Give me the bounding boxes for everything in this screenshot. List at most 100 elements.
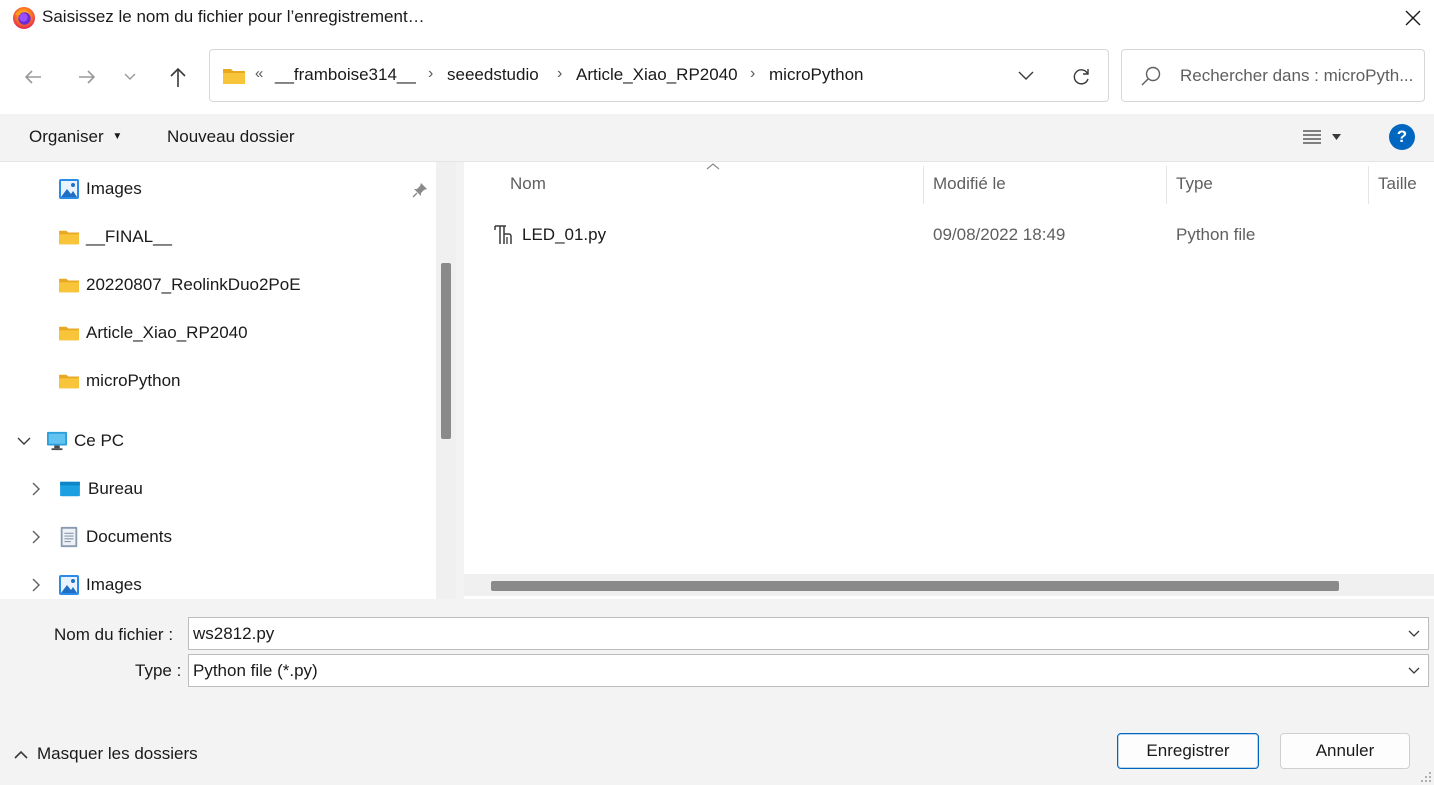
nav-item-final[interactable]: __FINAL__: [58, 217, 434, 257]
column-header-modified[interactable]: Modifié le: [933, 174, 1006, 194]
column-divider[interactable]: [923, 166, 924, 204]
caret-down-icon: ▼: [112, 131, 123, 142]
close-button[interactable]: [1396, 2, 1430, 34]
search-box[interactable]: [1121, 49, 1425, 102]
back-button[interactable]: [16, 60, 50, 94]
caret-down-icon: [1332, 134, 1341, 140]
folder-icon: [59, 230, 79, 245]
firefox-icon: [13, 7, 35, 29]
column-header-type[interactable]: Type: [1176, 174, 1213, 194]
type-label: Type :: [135, 661, 182, 680]
navigation-pane[interactable]: Images __FINAL__ 20220807_ReolinkDuo2PoE…: [0, 162, 434, 599]
pictures-icon: [59, 179, 79, 199]
chevron-right-icon[interactable]: [28, 577, 44, 593]
nav-item-images-pinned[interactable]: Images: [58, 169, 434, 209]
hide-folders-label: Masquer les dossiers: [37, 744, 198, 763]
breadcrumb-overflow[interactable]: «: [255, 65, 263, 82]
forward-button[interactable]: [70, 60, 104, 94]
type-select[interactable]: Python file (*.py): [188, 654, 1429, 687]
desktop-icon: [60, 481, 80, 497]
nav-item-images[interactable]: Images: [28, 565, 434, 599]
nav-item-label: microPython: [86, 371, 181, 390]
arrow-right-icon: [79, 70, 96, 84]
search-input[interactable]: [1180, 60, 1420, 92]
arrow-up-icon: [170, 67, 186, 87]
pictures-icon: [59, 575, 79, 595]
column-header-name[interactable]: Nom: [510, 174, 546, 194]
file-modified: 09/08/2022 18:49: [933, 225, 1066, 244]
type-select-value: Python file (*.py): [193, 661, 318, 680]
breadcrumb-separator-icon[interactable]: ›: [428, 65, 433, 83]
nav-item-label: Article_Xiao_RP2040: [86, 323, 248, 342]
breadcrumb-separator-icon[interactable]: ›: [750, 65, 755, 83]
nav-item-ce-pc[interactable]: Ce PC: [16, 421, 434, 461]
file-type: Python file: [1176, 225, 1256, 244]
chevron-down-icon[interactable]: [1406, 663, 1422, 679]
nav-scrollbar-thumb[interactable]: [441, 263, 451, 439]
file-row[interactable]: LED_01.py 09/08/2022 18:49 Python file: [476, 214, 1426, 254]
nav-item-label: Documents: [86, 527, 172, 546]
close-icon: [1405, 10, 1421, 26]
python-file-icon: [494, 225, 512, 244]
list-view-icon: [1303, 130, 1321, 144]
hide-folders-button[interactable]: Masquer les dossiers: [14, 744, 198, 764]
folder-icon: [59, 374, 79, 389]
folder-icon: [59, 326, 79, 341]
folder-icon: [223, 69, 245, 84]
window-title: Saisissez le nom du fichier pour l’enreg…: [42, 7, 425, 26]
nav-item-micropython[interactable]: microPython: [58, 361, 434, 401]
folder-icon: [59, 278, 79, 293]
breadcrumb-item[interactable]: Article_Xiao_RP2040: [576, 65, 738, 85]
nav-item-label: Images: [86, 575, 142, 594]
cancel-button[interactable]: Annuler: [1280, 733, 1410, 769]
filename-combobox[interactable]: [188, 617, 1429, 650]
nav-item-documents[interactable]: Documents: [28, 517, 434, 557]
nav-item-label: Ce PC: [74, 431, 125, 450]
help-button[interactable]: ?: [1389, 124, 1415, 150]
save-button[interactable]: Enregistrer: [1117, 733, 1259, 769]
file-list[interactable]: Nom Modifié le Type Taille LED_01.py 09/…: [464, 162, 1434, 599]
resize-grip-icon[interactable]: [1420, 771, 1432, 783]
refresh-icon: [1073, 69, 1089, 85]
chevron-down-icon[interactable]: [1406, 626, 1422, 642]
chevron-right-icon[interactable]: [28, 481, 44, 497]
filename-input[interactable]: [193, 621, 1393, 646]
search-icon: [1141, 66, 1161, 86]
nav-item-bureau[interactable]: Bureau: [28, 469, 434, 509]
breadcrumb-item[interactable]: microPython: [769, 65, 863, 85]
nav-item-article-xiao[interactable]: Article_Xiao_RP2040: [58, 313, 434, 353]
file-name: LED_01.py: [522, 225, 607, 244]
organiser-label: Organiser: [29, 127, 104, 146]
chevron-up-icon: [14, 750, 28, 759]
sort-ascending-icon: [706, 163, 720, 170]
up-button[interactable]: [161, 60, 195, 94]
nav-item-label: 20220807_ReolinkDuo2PoE: [86, 275, 301, 294]
organiser-button[interactable]: Organiser ▼: [29, 127, 122, 147]
chevron-down-icon[interactable]: [16, 433, 32, 449]
chevron-down-icon: [1018, 71, 1034, 80]
nav-item-label: Bureau: [88, 479, 143, 498]
column-divider[interactable]: [1166, 166, 1167, 204]
address-dropdown-button[interactable]: [1013, 63, 1039, 89]
chevron-down-icon: [124, 73, 136, 80]
address-bar[interactable]: « __framboise314__ › seeedstudio › Artic…: [209, 49, 1109, 102]
breadcrumb-item[interactable]: __framboise314__: [275, 65, 416, 85]
nav-item-label: __FINAL__: [86, 227, 172, 246]
view-options-button[interactable]: [1302, 124, 1352, 150]
horizontal-scrollbar-thumb[interactable]: [491, 581, 1339, 591]
breadcrumb-item[interactable]: seeedstudio: [447, 65, 539, 85]
column-divider[interactable]: [1368, 166, 1369, 204]
recent-locations-button[interactable]: [116, 60, 144, 94]
column-header-size[interactable]: Taille: [1378, 174, 1417, 194]
new-folder-button[interactable]: Nouveau dossier: [167, 127, 295, 147]
nav-item-reolink[interactable]: 20220807_ReolinkDuo2PoE: [58, 265, 434, 305]
pane-splitter[interactable]: [456, 162, 464, 599]
breadcrumb-separator-icon[interactable]: ›: [557, 65, 562, 83]
filename-label: Nom du fichier :: [54, 625, 174, 644]
nav-item-label: Images: [86, 179, 142, 198]
pin-icon[interactable]: [412, 182, 428, 198]
computer-icon: [47, 431, 67, 451]
chevron-right-icon[interactable]: [28, 529, 44, 545]
documents-icon: [60, 526, 78, 548]
refresh-button[interactable]: [1067, 63, 1095, 91]
